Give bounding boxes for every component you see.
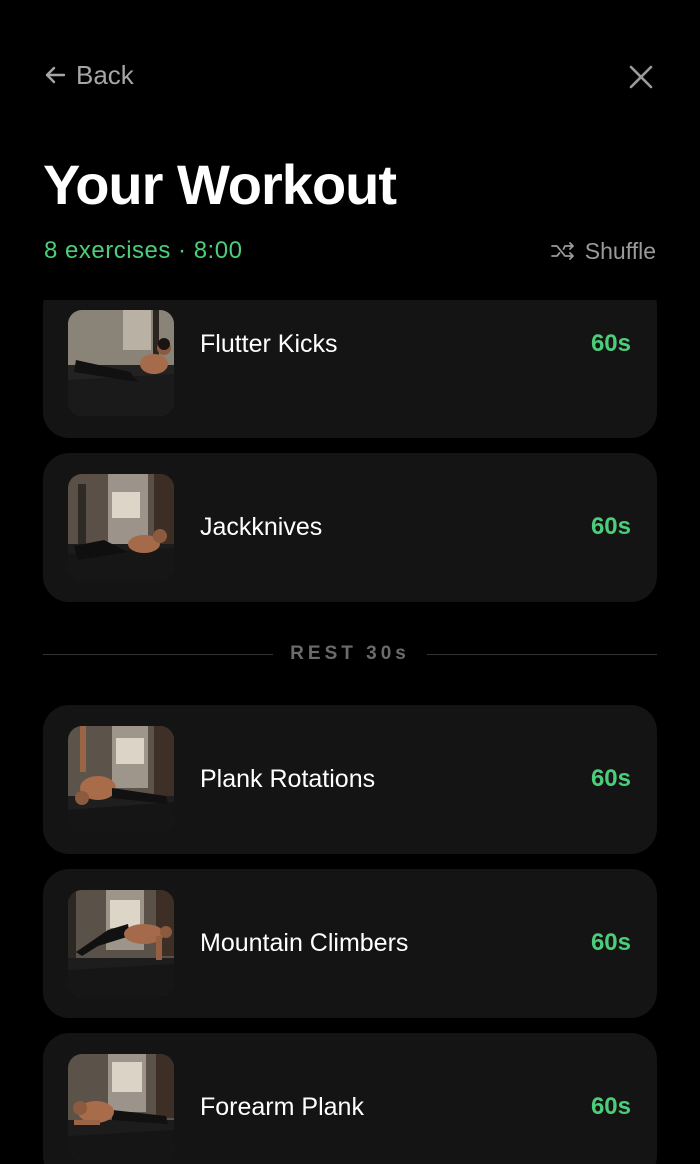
exercise-duration: 60s xyxy=(590,1093,631,1120)
exercise-name: Jackknives xyxy=(200,513,323,541)
exercise-card[interactable]: Jackknives 60s xyxy=(43,453,657,602)
exercise-duration: 60s xyxy=(590,330,631,357)
exercise-name: Mountain Climbers xyxy=(200,929,409,957)
flutter-kicks-photo xyxy=(68,310,174,416)
exercise-card[interactable]: Mountain Climbers 60s xyxy=(43,869,657,1018)
exercise-duration: 60s xyxy=(590,513,631,540)
back-label: Back xyxy=(76,59,134,90)
exercise-card[interactable]: Flutter Kicks 60s xyxy=(43,300,657,438)
exercise-name: Plank Rotations xyxy=(200,765,376,793)
exercise-duration: 60s xyxy=(590,929,631,956)
plank-rotations-photo xyxy=(68,726,174,832)
exercise-name: Flutter Kicks xyxy=(200,330,338,358)
rest-divider: REST 30s xyxy=(43,638,657,670)
arrow-left-icon xyxy=(45,66,66,84)
shuffle-button[interactable]: Shuffle xyxy=(550,234,656,268)
jackknives-photo xyxy=(68,474,174,580)
shuffle-label: Shuffle xyxy=(584,237,656,264)
close-icon xyxy=(629,65,653,89)
back-button[interactable]: Back xyxy=(44,56,134,94)
close-button[interactable] xyxy=(622,58,660,96)
exercise-name: Forearm Plank xyxy=(200,1093,364,1121)
rest-label: REST 30s xyxy=(290,643,410,664)
workout-summary: 8 exercises · 8:00 xyxy=(44,237,243,264)
mountain-climbers-photo xyxy=(68,890,174,996)
page-title: Your Workout xyxy=(43,153,397,216)
exercise-card[interactable]: Forearm Plank 60s xyxy=(43,1033,657,1164)
shuffle-icon xyxy=(550,242,574,260)
top-bar: Back xyxy=(0,0,700,130)
exercise-card[interactable]: Plank Rotations 60s xyxy=(43,705,657,854)
exercise-list[interactable]: Flutter Kicks 60s Jackknives 60s REST 30 xyxy=(0,300,700,1164)
forearm-plank-photo xyxy=(68,1054,174,1160)
exercise-duration: 60s xyxy=(590,765,631,792)
